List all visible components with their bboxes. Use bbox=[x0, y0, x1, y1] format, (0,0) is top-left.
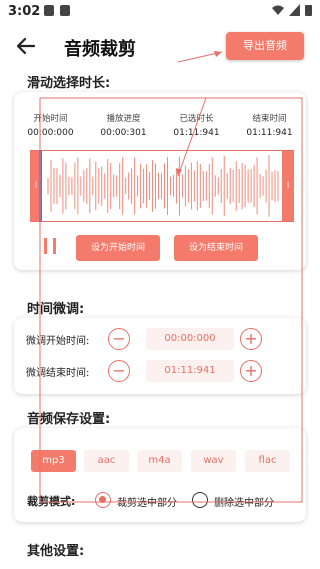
fine-start-field[interactable]: 00:00:000 bbox=[146, 328, 234, 350]
section-title-fine-tune: 时间微调: bbox=[27, 302, 85, 317]
format-flac[interactable]: flac bbox=[245, 450, 290, 472]
section-title-other: 其他设置: bbox=[27, 544, 85, 559]
signal-icon bbox=[289, 4, 300, 16]
back-arrow-icon[interactable] bbox=[14, 34, 38, 58]
radio-keep-selected[interactable] bbox=[95, 492, 111, 508]
radio-delete-selected[interactable] bbox=[192, 492, 208, 508]
radio-delete-selected-label[interactable]: 删除选中部分 bbox=[214, 494, 274, 509]
fine-end-field[interactable]: 01:11:941 bbox=[146, 360, 234, 382]
progress-value: 00:00:301 bbox=[100, 128, 147, 138]
playback-cursor[interactable] bbox=[39, 150, 42, 222]
fine-end-label: 微调结束时间: bbox=[26, 368, 90, 379]
right-trim-handle[interactable]: ⁞ bbox=[282, 151, 294, 221]
status-notification-icons bbox=[44, 5, 70, 16]
section-title-duration: 滑动选择时长: bbox=[27, 76, 111, 91]
fine-start-row: 微调开始时间: − 00:00:000 + bbox=[26, 326, 296, 352]
start-time-value: 00:00:000 bbox=[27, 128, 74, 138]
status-right-icons bbox=[272, 4, 312, 16]
wifi-icon bbox=[272, 5, 284, 15]
selected-duration-value: 01:11:941 bbox=[173, 128, 220, 138]
battery-icon bbox=[305, 5, 312, 16]
end-time-label: 结束时间 bbox=[252, 114, 287, 124]
pause-icon bbox=[53, 238, 56, 254]
timeline-column: 开始时间 00:00:000 bbox=[14, 112, 87, 138]
end-minus-button[interactable]: − bbox=[108, 360, 130, 382]
timeline-column: 已选时长 01:11:941 bbox=[160, 112, 233, 138]
start-plus-button[interactable]: + bbox=[240, 328, 262, 350]
status-bar: 3:02 bbox=[0, 0, 320, 24]
end-plus-button[interactable]: + bbox=[240, 360, 262, 382]
fine-start-label: 微调开始时间: bbox=[26, 336, 90, 347]
format-wav[interactable]: wav bbox=[191, 450, 236, 472]
notification-icon bbox=[60, 5, 70, 16]
start-time-label: 开始时间 bbox=[33, 114, 68, 124]
format-aac[interactable]: aac bbox=[84, 450, 129, 472]
pause-button[interactable] bbox=[44, 238, 58, 254]
fine-end-row: 微调结束时间: − 01:11:941 + bbox=[26, 358, 296, 384]
timeline-column: 结束时间 01:11:941 bbox=[233, 112, 306, 138]
notification-icon bbox=[44, 5, 54, 16]
format-mp3[interactable]: mp3 bbox=[31, 450, 76, 472]
waveform-selection[interactable]: ⁞ ⁞ bbox=[30, 150, 294, 222]
set-start-time-button[interactable]: 设为开始时间 bbox=[76, 235, 160, 261]
selected-duration-label: 已选时长 bbox=[179, 114, 214, 124]
fine-tune-card: 微调开始时间: − 00:00:000 + 微调结束时间: − 01:11:94… bbox=[14, 318, 306, 394]
page-title: 音频裁剪 bbox=[64, 39, 136, 60]
export-audio-button[interactable]: 导出音频 bbox=[226, 32, 304, 60]
timeline-info: 开始时间 00:00:000 播放进度 00:00:301 已选时长 01:11… bbox=[14, 112, 306, 138]
start-minus-button[interactable]: − bbox=[108, 328, 130, 350]
pause-icon bbox=[44, 238, 47, 254]
waveform-card: 开始时间 00:00:000 播放进度 00:00:301 已选时长 01:11… bbox=[14, 92, 306, 270]
radio-keep-selected-label[interactable]: 裁剪选中部分 bbox=[117, 494, 177, 509]
status-time: 3:02 bbox=[8, 4, 41, 19]
trim-mode-label: 裁剪模式: bbox=[27, 495, 76, 508]
set-end-time-button[interactable]: 设为结束时间 bbox=[174, 235, 258, 261]
section-title-save: 音频保存设置: bbox=[27, 412, 111, 427]
app-header: 音频裁剪 导出音频 bbox=[0, 26, 320, 70]
format-m4a[interactable]: m4a bbox=[137, 450, 182, 472]
waveform bbox=[47, 155, 279, 217]
end-time-value: 01:11:941 bbox=[246, 128, 293, 138]
progress-label: 播放进度 bbox=[106, 114, 141, 124]
timeline-column: 播放进度 00:00:301 bbox=[87, 112, 160, 138]
